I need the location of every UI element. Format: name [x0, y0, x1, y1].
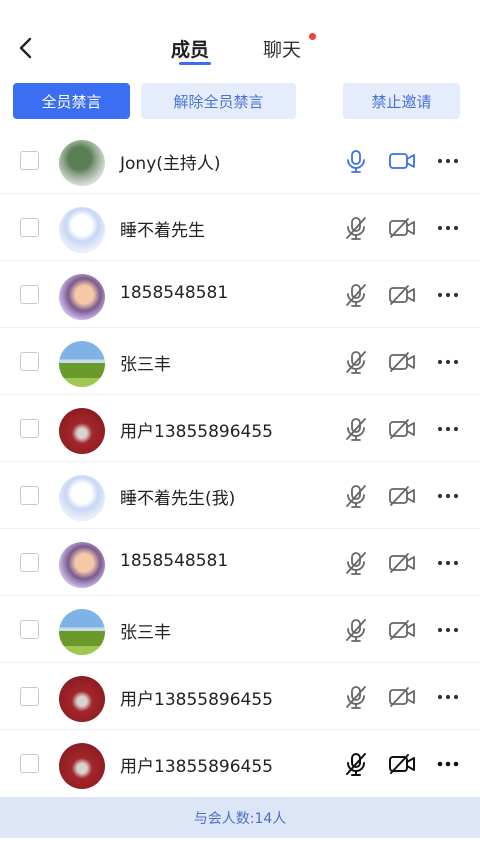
more-options-icon[interactable]: [435, 684, 461, 710]
member-name: 睡不着先生(我): [120, 489, 236, 509]
member-name: 1858548581: [120, 283, 229, 303]
mic-off-icon[interactable]: [343, 416, 369, 442]
unread-dot: [309, 33, 316, 40]
tab-members[interactable]: 成员: [171, 35, 209, 62]
member-row: 睡不着先生: [0, 194, 480, 261]
camera-off-icon[interactable]: [388, 215, 416, 241]
member-row: 张三丰: [0, 328, 480, 395]
avatar: [59, 743, 105, 789]
member-row: 用户13855896455: [0, 395, 480, 462]
camera-off-icon[interactable]: [388, 282, 416, 308]
mic-off-icon[interactable]: [343, 483, 369, 509]
camera-on-icon[interactable]: [388, 148, 416, 174]
member-name: 1858548581: [120, 551, 229, 571]
camera-off-icon[interactable]: [388, 416, 416, 442]
member-row: 睡不着先生(我): [0, 462, 480, 529]
avatar: [59, 475, 105, 521]
select-checkbox[interactable]: [20, 553, 39, 572]
more-options-icon[interactable]: [435, 483, 461, 509]
avatar: [59, 140, 105, 186]
select-checkbox[interactable]: [20, 285, 39, 304]
avatar: [59, 274, 105, 320]
member-name: 用户13855896455: [120, 422, 273, 442]
select-checkbox[interactable]: [20, 486, 39, 505]
camera-off-icon[interactable]: [388, 550, 416, 576]
mic-off-icon[interactable]: [343, 282, 369, 308]
mic-off-icon[interactable]: [343, 751, 369, 777]
tab-chat[interactable]: 聊天: [263, 35, 301, 62]
camera-off-icon[interactable]: [388, 684, 416, 710]
more-options-icon[interactable]: [435, 550, 461, 576]
select-checkbox[interactable]: [20, 352, 39, 371]
mic-off-icon[interactable]: [343, 684, 369, 710]
camera-off-icon[interactable]: [388, 483, 416, 509]
camera-off-icon[interactable]: [388, 349, 416, 375]
more-options-icon[interactable]: [435, 215, 461, 241]
mute-all-button[interactable]: 全员禁言: [13, 83, 130, 119]
member-name: 用户13855896455: [120, 757, 273, 777]
member-row: Jony(主持人): [0, 127, 480, 194]
select-checkbox[interactable]: [20, 687, 39, 706]
more-options-icon[interactable]: [435, 751, 461, 777]
camera-off-icon[interactable]: [388, 617, 416, 643]
avatar: [59, 676, 105, 722]
select-checkbox[interactable]: [20, 218, 39, 237]
unmute-all-button[interactable]: 解除全员禁言: [141, 83, 296, 119]
member-name: 用户13855896455: [120, 690, 273, 710]
avatar: [59, 609, 105, 655]
member-row: 1858548581: [0, 261, 480, 328]
avatar: [59, 341, 105, 387]
mic-off-icon[interactable]: [343, 550, 369, 576]
member-name: Jony(主持人): [120, 154, 221, 174]
mic-off-icon[interactable]: [343, 349, 369, 375]
mic-off-icon[interactable]: [343, 617, 369, 643]
avatar: [59, 207, 105, 253]
back-chevron-icon[interactable]: [14, 34, 38, 62]
more-options-icon[interactable]: [435, 349, 461, 375]
avatar: [59, 408, 105, 454]
member-row: 用户13855896455: [0, 663, 480, 730]
disable-invite-button[interactable]: 禁止邀请: [343, 83, 460, 119]
member-list: Jony(主持人) 睡不着先生 1858548581 张三丰 用户1385589…: [0, 127, 480, 797]
member-name: 睡不着先生: [120, 221, 205, 241]
member-row: 1858548581: [0, 529, 480, 596]
avatar: [59, 542, 105, 588]
select-checkbox[interactable]: [20, 151, 39, 170]
more-options-icon[interactable]: [435, 148, 461, 174]
member-row: 张三丰: [0, 596, 480, 663]
camera-off-icon[interactable]: [388, 751, 416, 777]
mic-on-icon[interactable]: [343, 148, 369, 174]
mic-off-icon[interactable]: [343, 215, 369, 241]
active-tab-indicator: [179, 62, 211, 65]
more-options-icon[interactable]: [435, 416, 461, 442]
member-row: 用户13855896455: [0, 730, 480, 797]
select-checkbox[interactable]: [20, 754, 39, 773]
select-checkbox[interactable]: [20, 419, 39, 438]
member-name: 张三丰: [120, 355, 171, 375]
participant-count-bar: 与会人数:14人: [0, 797, 480, 838]
more-options-icon[interactable]: [435, 282, 461, 308]
select-checkbox[interactable]: [20, 620, 39, 639]
top-bar: 成员 聊天: [0, 0, 480, 78]
member-name: 张三丰: [120, 623, 171, 643]
participant-count: 与会人数:14人: [193, 810, 287, 827]
more-options-icon[interactable]: [435, 617, 461, 643]
